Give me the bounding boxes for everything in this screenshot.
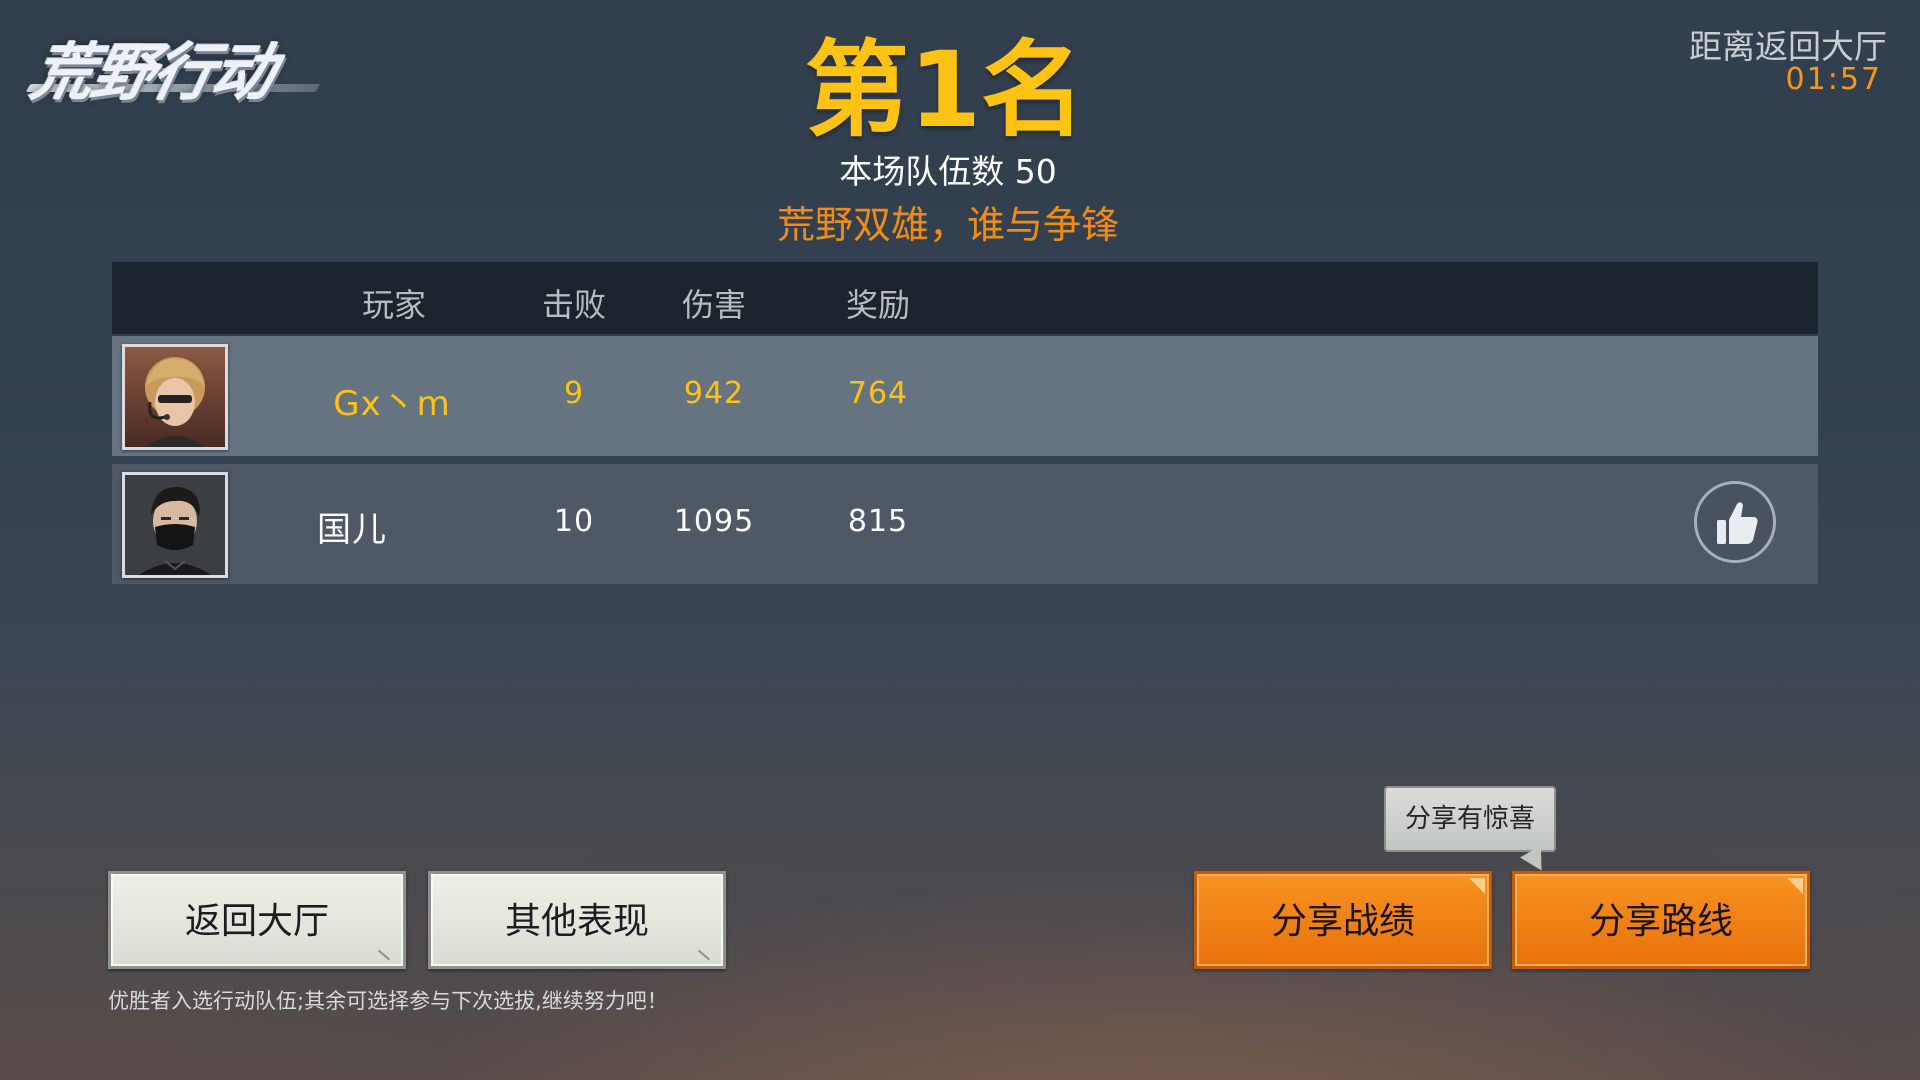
- other-performance-label: 其他表现: [504, 901, 649, 942]
- share-route-label: 分享路线: [1588, 901, 1733, 942]
- return-lobby-button[interactable]: 返回大厅: [108, 871, 406, 969]
- header-player: 玩家: [361, 286, 426, 324]
- share-stats-button[interactable]: 分享战绩: [1194, 871, 1492, 969]
- button-corner: [1787, 878, 1803, 894]
- tooltip-text: 分享有惊喜: [1404, 804, 1535, 834]
- teammate-reward: 815: [847, 504, 909, 539]
- avatar-masked-dark-hair-icon: [125, 475, 225, 575]
- other-performance-button[interactable]: 其他表现: [428, 871, 726, 969]
- share-route-button[interactable]: 分享路线: [1512, 871, 1810, 969]
- teammate-damage: 1095: [673, 504, 755, 539]
- share-tooltip: 分享有惊喜: [1384, 786, 1556, 877]
- share-stats-label: 分享战绩: [1270, 901, 1415, 942]
- teammate-avatar[interactable]: [122, 472, 228, 578]
- teammate-name: 国儿: [317, 510, 387, 550]
- player-avatar[interactable]: [122, 344, 228, 450]
- button-corner: [1469, 878, 1485, 894]
- team-count: 本场队伍数 50: [839, 152, 1057, 191]
- player-reward: 764: [847, 376, 909, 411]
- avatar-blonde-headset-icon: [125, 347, 225, 447]
- table-row: Gx丶m 9 942 764: [112, 336, 1818, 456]
- return-lobby-label: 返回大厅: [184, 901, 329, 942]
- table-row: 国儿 10 1095 815: [112, 464, 1818, 584]
- header-damage: 伤害: [681, 286, 746, 324]
- player-kills: 9: [563, 376, 585, 411]
- header-reward: 奖励: [845, 286, 910, 324]
- header-kills: 击败: [541, 286, 606, 324]
- rank-title: 第1名: [804, 29, 1086, 151]
- like-button[interactable]: [1694, 481, 1776, 563]
- player-damage: 942: [683, 376, 745, 411]
- teammate-kills: 10: [553, 504, 595, 539]
- score-table: 玩家 击败 伤害 奖励 Gx丶m 9 942 764 国儿 10 1095 81…: [112, 262, 1818, 586]
- button-texture: [697, 949, 711, 961]
- thumbs-up-icon: [1717, 502, 1758, 544]
- button-texture: [377, 949, 391, 961]
- result-slogan: 荒野双雄，谁与争锋: [776, 203, 1119, 247]
- player-name: Gx丶m: [333, 384, 451, 424]
- hint-text: 优胜者入选行动队伍;其余可选择参与下次选拔,继续努力吧！: [108, 989, 668, 1013]
- table-header: 玩家 击败 伤害 奖励: [112, 262, 1818, 334]
